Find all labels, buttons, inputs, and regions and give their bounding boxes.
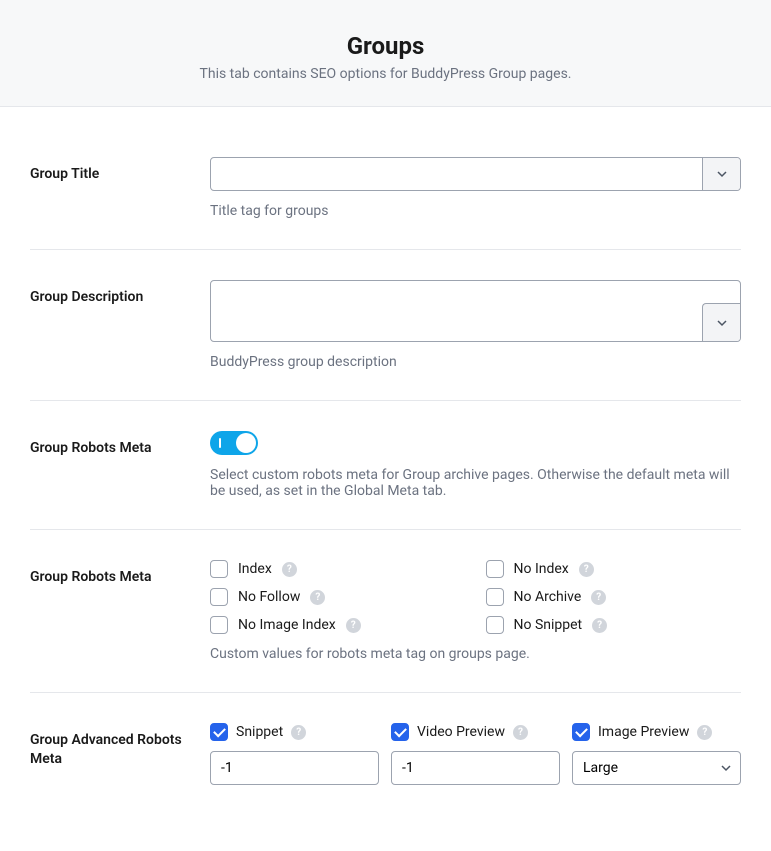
group-description-desc: BuddyPress group description <box>210 354 741 370</box>
checkbox-nofollow: No Follow ? <box>210 588 466 606</box>
help-icon[interactable]: ? <box>346 618 361 633</box>
checkbox-index-box[interactable] <box>210 560 228 578</box>
adv-video-check-row: Video Preview ? <box>391 723 560 741</box>
video-preview-checkbox[interactable] <box>391 723 409 741</box>
checkbox-noindex-label: No Index <box>514 561 569 577</box>
image-preview-select-wrap <box>572 751 741 785</box>
group-description-combo <box>210 280 741 342</box>
checkbox-index-label: Index <box>238 561 272 577</box>
robots-toggle-switch[interactable] <box>210 431 258 455</box>
group-description-label: Group Description <box>30 289 143 305</box>
checkbox-noimageindex-box[interactable] <box>210 616 228 634</box>
advanced-robots-row: Snippet ? Video Preview ? <box>210 723 741 785</box>
adv-image-check-row: Image Preview ? <box>572 723 741 741</box>
checkbox-noarchive-box[interactable] <box>486 588 504 606</box>
snippet-checkbox[interactable] <box>210 723 228 741</box>
help-icon[interactable]: ? <box>579 562 594 577</box>
robots-toggle-desc: Select custom robots meta for Group arch… <box>210 467 741 499</box>
adv-snippet-cell: Snippet ? <box>210 723 379 785</box>
checkbox-nosnippet-box[interactable] <box>486 616 504 634</box>
help-icon[interactable]: ? <box>282 562 297 577</box>
field-advanced-robots: Group Advanced Robots Meta Snippet ? Vid… <box>30 693 741 815</box>
form-content: Group Title Title tag for groups Group D… <box>0 107 771 835</box>
group-description-dropdown-button[interactable] <box>702 303 740 341</box>
field-group-title: Group Title Title tag for groups <box>30 127 741 250</box>
field-robots-toggle: Group Robots Meta Select custom robots m… <box>30 401 741 530</box>
adv-snippet-check-row: Snippet ? <box>210 723 379 741</box>
video-preview-label: Video Preview <box>417 724 505 740</box>
advanced-robots-label: Group Advanced Robots Meta <box>30 732 182 767</box>
page-title: Groups <box>20 32 751 60</box>
robots-checks-label: Group Robots Meta <box>30 569 151 585</box>
checkbox-noimageindex-label: No Image Index <box>238 617 336 633</box>
checkbox-index: Index ? <box>210 560 466 578</box>
snippet-value-input[interactable] <box>210 751 379 785</box>
help-icon[interactable]: ? <box>310 590 325 605</box>
snippet-label: Snippet <box>236 724 283 740</box>
checkbox-nofollow-label: No Follow <box>238 589 300 605</box>
image-preview-select[interactable] <box>572 751 741 785</box>
checkbox-nosnippet: No Snippet ? <box>486 616 742 634</box>
image-preview-label: Image Preview <box>598 724 689 740</box>
checkbox-noarchive-label: No Archive <box>514 589 582 605</box>
robots-checkbox-grid: Index ? No Index ? No Follow ? No Archiv… <box>210 560 741 634</box>
help-icon[interactable]: ? <box>592 618 607 633</box>
checkbox-noarchive: No Archive ? <box>486 588 742 606</box>
field-group-description: Group Description BuddyPress group descr… <box>30 250 741 401</box>
chevron-down-icon <box>717 318 727 328</box>
checkbox-nofollow-box[interactable] <box>210 588 228 606</box>
video-preview-value-input[interactable] <box>391 751 560 785</box>
field-robots-checks: Group Robots Meta Index ? No Index ? No … <box>30 530 741 693</box>
help-icon[interactable]: ? <box>291 725 306 740</box>
image-preview-checkbox[interactable] <box>572 723 590 741</box>
help-icon[interactable]: ? <box>591 590 606 605</box>
group-description-input[interactable] <box>211 281 702 341</box>
group-title-combo <box>210 157 741 191</box>
adv-image-cell: Image Preview ? <box>572 723 741 785</box>
group-title-desc: Title tag for groups <box>210 203 741 219</box>
group-title-label: Group Title <box>30 166 99 182</box>
checkbox-nosnippet-label: No Snippet <box>514 617 583 633</box>
robots-toggle-label: Group Robots Meta <box>30 440 151 456</box>
page-subtitle: This tab contains SEO options for BuddyP… <box>20 66 751 82</box>
group-title-input[interactable] <box>211 158 702 190</box>
group-title-dropdown-button[interactable] <box>702 158 740 190</box>
robots-checks-desc: Custom values for robots meta tag on gro… <box>210 646 741 662</box>
help-icon[interactable]: ? <box>513 725 528 740</box>
checkbox-noindex-box[interactable] <box>486 560 504 578</box>
chevron-down-icon <box>717 169 727 179</box>
adv-video-cell: Video Preview ? <box>391 723 560 785</box>
help-icon[interactable]: ? <box>697 725 712 740</box>
page-header: Groups This tab contains SEO options for… <box>0 0 771 107</box>
checkbox-noimageindex: No Image Index ? <box>210 616 466 634</box>
checkbox-noindex: No Index ? <box>486 560 742 578</box>
